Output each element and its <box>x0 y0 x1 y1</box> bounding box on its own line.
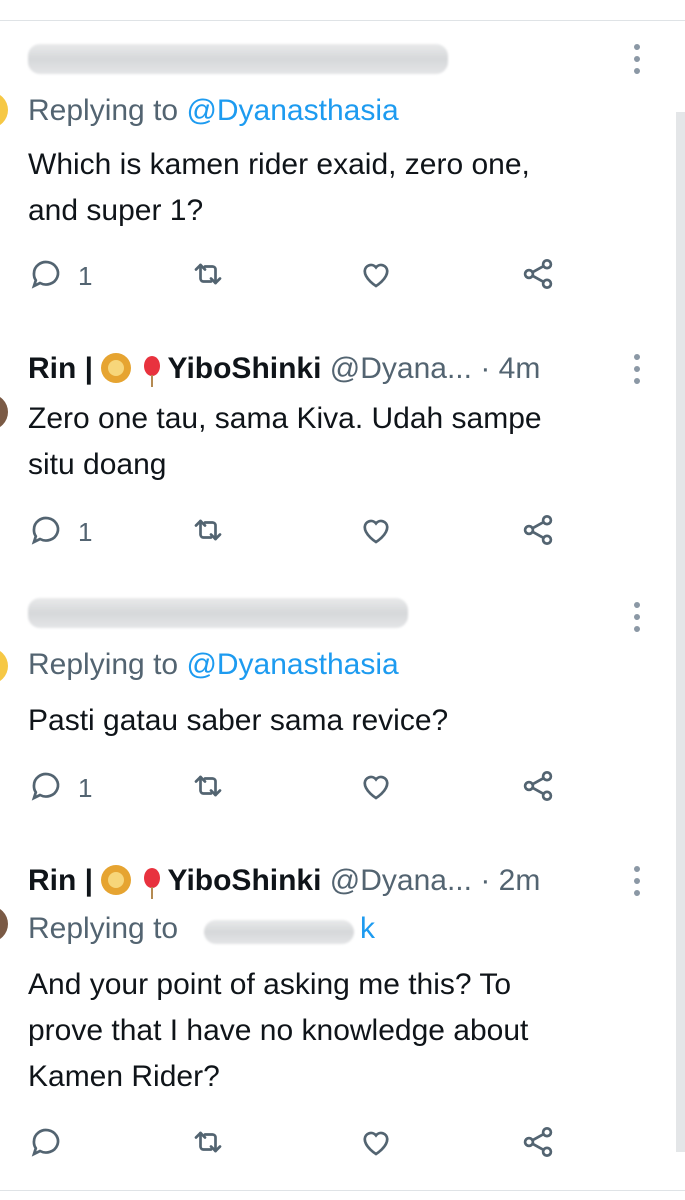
redacted-username <box>28 44 448 74</box>
reply-icon <box>28 768 64 809</box>
share-icon <box>520 768 556 809</box>
tweet-text: And your point of asking me this? To pro… <box>28 962 628 1100</box>
balloon-emoji-icon <box>143 356 160 387</box>
tweet-text-line: Which is kamen rider exaid, zero one, <box>28 148 530 181</box>
reply-button[interactable]: 1 <box>28 510 92 554</box>
tweet-text: Which is kamen rider exaid, zero one, an… <box>28 142 628 234</box>
share-button[interactable] <box>520 254 556 298</box>
mention-link[interactable]: @Dyanasthasia <box>186 648 398 681</box>
like-button[interactable] <box>358 766 394 810</box>
reply-icon <box>28 512 64 553</box>
replying-to: Replying to @Dyanasthasia <box>28 648 399 682</box>
tweet-text-line: Kamen Rider? <box>28 1060 220 1093</box>
like-icon <box>358 512 394 553</box>
share-icon <box>520 1124 556 1165</box>
top-divider <box>0 20 685 21</box>
replying-to-label: Replying to <box>28 648 179 681</box>
mention-link[interactable]: k <box>360 912 375 946</box>
tweet-header: Rin | YiboShinki @Dyana... · 4m <box>28 352 540 392</box>
like-icon <box>358 256 394 297</box>
mention-link[interactable]: @Dyanasthasia <box>186 94 398 127</box>
like-button[interactable] <box>358 1122 394 1166</box>
like-icon <box>358 768 394 809</box>
lion-emoji-icon <box>101 353 132 383</box>
more-icon[interactable] <box>630 866 644 902</box>
tweet-header: Rin | YiboShinki @Dyana... · 2m <box>28 864 540 904</box>
tweet-text-line: prove that I have no knowledge about <box>28 1014 529 1047</box>
retweet-button[interactable] <box>190 1122 226 1166</box>
reply-icon <box>28 1124 64 1165</box>
reply-count: 1 <box>78 260 93 291</box>
tweet-actions <box>28 1122 628 1166</box>
tweet-text: Pasti gatau saber sama revice? <box>28 698 628 744</box>
redacted-mention <box>204 920 354 944</box>
separator-dot: · <box>480 864 491 897</box>
avatar[interactable] <box>0 92 8 128</box>
replying-to-label: Replying to <box>28 912 179 945</box>
redacted-username <box>28 598 408 628</box>
handle[interactable]: @Dyana... <box>330 352 472 385</box>
share-button[interactable] <box>520 766 556 810</box>
balloon-emoji-icon <box>143 868 160 899</box>
replying-to-label: Replying to <box>28 94 179 127</box>
avatar[interactable] <box>0 394 8 430</box>
tweet-text-line: Pasti gatau saber sama revice? <box>28 704 449 737</box>
share-icon <box>520 256 556 297</box>
tweet-text-line: and super 1? <box>28 194 204 227</box>
reply-button[interactable]: 1 <box>28 766 92 810</box>
tweet-text-line: situ doang <box>28 448 167 481</box>
retweet-button[interactable] <box>190 766 226 810</box>
tweet-text-line: And your point of asking me this? To <box>28 968 512 1001</box>
share-button[interactable] <box>520 1122 556 1166</box>
timestamp[interactable]: 4m <box>499 352 541 385</box>
retweet-button[interactable] <box>190 254 226 298</box>
tweet-actions: 1 <box>28 510 628 554</box>
more-icon[interactable] <box>630 44 644 80</box>
lion-emoji-icon <box>101 865 132 895</box>
reply-icon <box>28 256 64 297</box>
share-icon <box>520 512 556 553</box>
reply-count: 1 <box>78 772 93 803</box>
reply-count: 1 <box>78 516 93 547</box>
bottom-divider <box>0 1190 685 1191</box>
avatar[interactable] <box>0 906 8 942</box>
timestamp[interactable]: 2m <box>499 864 541 897</box>
like-button[interactable] <box>358 254 394 298</box>
tweet-text-line: Zero one tau, sama Kiva. Udah sampe <box>28 402 542 435</box>
tweet-actions: 1 <box>28 766 628 810</box>
handle[interactable]: @Dyana... <box>330 864 472 897</box>
retweet-button[interactable] <box>190 510 226 554</box>
retweet-icon <box>190 1124 226 1165</box>
retweet-icon <box>190 256 226 297</box>
display-name[interactable]: Rin | YiboShinki <box>28 352 321 387</box>
avatar[interactable] <box>0 648 8 684</box>
replying-to: Replying to @Dyanasthasia <box>28 94 399 128</box>
tweet-text: Zero one tau, sama Kiva. Udah sampe situ… <box>28 396 628 488</box>
scrollbar[interactable] <box>676 112 685 1152</box>
retweet-icon <box>190 512 226 553</box>
retweet-icon <box>190 768 226 809</box>
replying-to: Replying to k <box>28 912 375 946</box>
share-button[interactable] <box>520 510 556 554</box>
more-icon[interactable] <box>630 602 644 638</box>
tweet-actions: 1 <box>28 254 628 298</box>
reply-button[interactable] <box>28 1122 78 1166</box>
display-name[interactable]: Rin | YiboShinki <box>28 864 321 899</box>
separator-dot: · <box>480 352 491 385</box>
like-button[interactable] <box>358 510 394 554</box>
more-icon[interactable] <box>630 354 644 390</box>
like-icon <box>358 1124 394 1165</box>
reply-button[interactable]: 1 <box>28 254 92 298</box>
